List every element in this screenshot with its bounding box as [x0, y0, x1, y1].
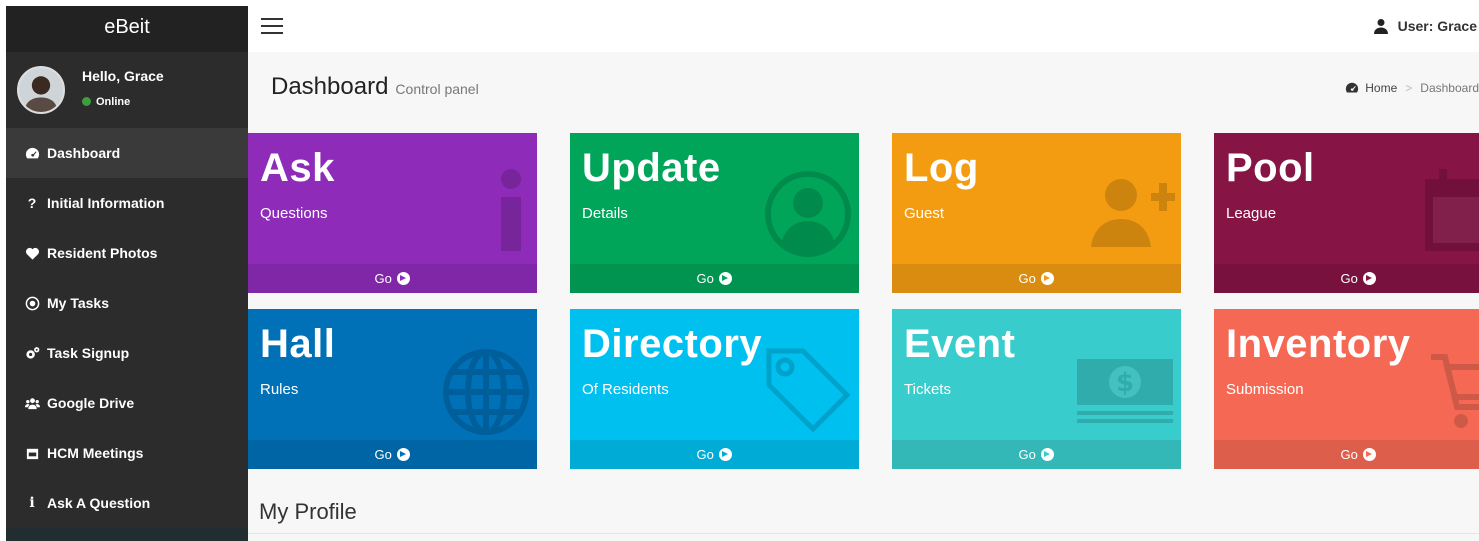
status-dot-icon	[82, 97, 91, 106]
tile-title: Event	[904, 322, 1016, 366]
sidebar-item-label: Resident Photos	[47, 245, 158, 261]
tile-subtitle: League	[1226, 205, 1277, 222]
sidebar-item-dashboard[interactable]: Dashboard	[6, 128, 248, 178]
arrow-circle-right-icon	[397, 272, 411, 285]
breadcrumb-home[interactable]: Home	[1365, 81, 1397, 95]
tile-title: Inventory	[1226, 322, 1411, 366]
tag-icon	[763, 345, 853, 435]
tile-subtitle: Guest	[904, 205, 945, 222]
user-plus-icon	[1085, 165, 1175, 255]
tile-inventory[interactable]: Inventory Submission Go	[1214, 309, 1479, 469]
tile-event[interactable]: Event Tickets $ Go	[892, 309, 1181, 469]
cart-icon	[1427, 349, 1479, 439]
tile-go-link[interactable]: Go	[248, 264, 537, 293]
user-menu-label: User: Grace	[1397, 18, 1477, 34]
tile-subtitle: Details	[582, 205, 628, 222]
tile-subtitle: Tickets	[904, 381, 951, 398]
tile-ask[interactable]: Ask Questions Go	[248, 133, 537, 293]
globe-icon	[441, 347, 531, 437]
tile-hall[interactable]: Hall Rules Go	[248, 309, 537, 469]
tile-go-link[interactable]: Go	[248, 440, 537, 469]
status-label: Online	[96, 96, 131, 108]
tile-subtitle: Of Residents	[582, 381, 669, 398]
user-menu[interactable]: User: Grace	[1373, 18, 1477, 34]
money-icon: $	[1075, 349, 1175, 439]
arrow-circle-right-icon	[397, 448, 411, 461]
tile-go-link[interactable]: Go	[570, 264, 859, 293]
page-title-text: Dashboard	[271, 73, 389, 100]
calendar-icon	[24, 445, 40, 461]
sidebar-item-label: Ask A Question	[47, 495, 151, 511]
users-icon	[24, 395, 40, 411]
sidebar-item-google-drive[interactable]: Google Drive	[6, 378, 248, 428]
user-greeting: Hello, Grace	[82, 68, 164, 84]
arrow-circle-right-icon	[719, 272, 733, 285]
dashboard-icon	[24, 145, 40, 161]
sidebar-item-label: Google Drive	[47, 395, 135, 411]
dashboard-icon	[1346, 82, 1359, 93]
brand-logo[interactable]: eBeit	[6, 6, 248, 52]
divider	[248, 533, 1479, 534]
arrow-circle-right-icon	[1363, 448, 1377, 461]
svg-text:$: $	[1116, 368, 1134, 398]
tile-title: Ask	[260, 146, 335, 190]
info-icon	[441, 165, 531, 255]
breadcrumb-current: Dashboard	[1420, 81, 1479, 95]
sidebar-item-label: Initial Information	[47, 195, 165, 211]
breadcrumb: Home > Dashboard	[1345, 81, 1479, 95]
sidebar-item-label: Task Signup	[47, 345, 130, 361]
tile-subtitle: Rules	[260, 381, 299, 398]
gears-icon	[24, 345, 40, 361]
sidebar-item-label: HCM Meetings	[47, 445, 144, 461]
sidebar-item-task-signup[interactable]: Task Signup	[6, 328, 248, 378]
heart-icon	[24, 245, 40, 261]
tile-go-link[interactable]: Go	[570, 440, 859, 469]
tile-pool[interactable]: Pool League Go	[1214, 133, 1479, 293]
top-navbar: User: Grace	[248, 6, 1479, 52]
user-circle-icon	[763, 169, 853, 259]
page-title: Dashboard Control panel	[271, 73, 479, 101]
avatar	[17, 66, 65, 114]
breadcrumb-separator: >	[1405, 81, 1413, 95]
info-icon: i	[29, 495, 35, 511]
tile-update[interactable]: Update Details Go	[570, 133, 859, 293]
sidebar-item-label: Dashboard	[47, 145, 121, 161]
sidebar-toggle-icon[interactable]	[261, 18, 283, 36]
arrow-circle-right-icon	[719, 448, 733, 461]
profile-heading: My Profile	[259, 499, 357, 524]
tile-subtitle: Submission	[1226, 381, 1304, 398]
question-icon: ?	[27, 195, 37, 211]
tile-subtitle: Questions	[260, 205, 328, 222]
sidebar-item-label: My Tasks	[47, 295, 109, 311]
tile-log[interactable]: Log Guest Go	[892, 133, 1181, 293]
arrow-circle-right-icon	[1041, 448, 1055, 461]
tile-go-link[interactable]: Go	[1214, 264, 1479, 293]
sidebar-item-hcm-meetings[interactable]: HCM Meetings	[6, 428, 248, 478]
page-subtitle: Control panel	[395, 81, 479, 97]
sidebar: eBeit Hello, Grace Online Dashboard ? In…	[6, 6, 248, 541]
sidebar-menu: Dashboard ? Initial Information Resident…	[6, 128, 248, 528]
dot-circle-icon	[24, 295, 40, 311]
tile-title: Directory	[582, 322, 763, 366]
sidebar-item-ask-a-question[interactable]: i Ask A Question	[6, 478, 248, 528]
user-status: Online	[82, 96, 130, 108]
tile-directory[interactable]: Directory Of Residents Go	[570, 309, 859, 469]
arrow-circle-right-icon	[1363, 272, 1377, 285]
tile-go-link[interactable]: Go	[1214, 440, 1479, 469]
tile-title: Log	[904, 146, 979, 190]
calendar-icon	[1421, 165, 1479, 255]
sidebar-item-my-tasks[interactable]: My Tasks	[6, 278, 248, 328]
tile-go-link[interactable]: Go	[892, 264, 1181, 293]
tile-title: Update	[582, 146, 721, 190]
user-icon	[1373, 19, 1388, 34]
arrow-circle-right-icon	[1041, 272, 1055, 285]
user-panel: Hello, Grace Online	[6, 52, 248, 128]
sidebar-item-initial-information[interactable]: ? Initial Information	[6, 178, 248, 228]
sidebar-item-resident-photos[interactable]: Resident Photos	[6, 228, 248, 278]
main-content: Dashboard Control panel Home > Dashboard …	[248, 52, 1479, 541]
tile-go-link[interactable]: Go	[892, 440, 1181, 469]
tile-title: Hall	[260, 322, 336, 366]
tile-title: Pool	[1226, 146, 1315, 190]
